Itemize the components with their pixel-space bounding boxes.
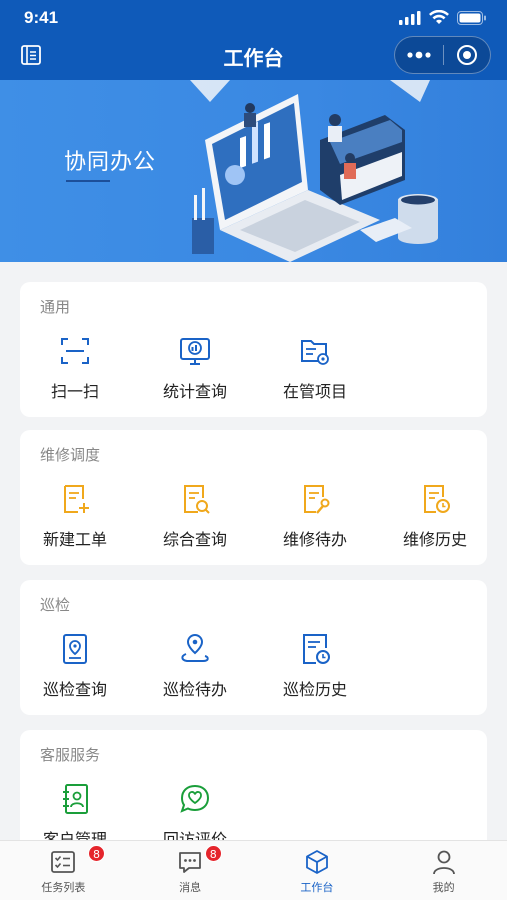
section-title: 巡检 [40,596,71,614]
notification-badge: 8 [204,845,222,862]
tab-workbench[interactable]: 工作台 [254,841,381,900]
status-time: 9:41 [24,8,59,27]
section-inspection: 巡检 巡检查询 巡检待办 巡检历史 [20,580,487,715]
bottom-tab-bar: 8 任务列表 8 消息 工作台 我的 [0,840,507,900]
document-search-icon [184,485,210,514]
repair-todo-icon [304,485,330,514]
menu-item-label: 扫一扫 [50,382,99,401]
banner[interactable]: 协同办公 [0,80,507,262]
signal-icon [399,10,421,25]
menu-item-label: 客户管理 [42,830,107,840]
menu-item-label: 回访评价 [162,830,227,840]
banner-underline [66,180,110,182]
tab-profile[interactable]: 我的 [380,841,507,900]
location-card-icon [63,634,87,664]
statistics-monitor-icon [180,338,210,365]
workbench-cube-icon [305,850,328,874]
menu-item-inspection-todo[interactable]: 巡检待办 [140,632,256,712]
banner-title: 协同办公 [64,150,157,175]
menu-item-repair-history[interactable]: 维修历史 [380,482,496,562]
inspection-history-icon [303,634,330,664]
message-icon [179,852,202,873]
close-miniprogram-button[interactable] [444,37,490,73]
menu-item-inspection-search[interactable]: 巡检查询 [20,632,136,712]
menu-item-label: 维修历史 [402,530,467,549]
menu-item-label: 综合查询 [162,530,227,549]
battery-icon [457,10,486,25]
tab-label: 工作台 [300,881,334,894]
menu-item-label: 新建工单 [42,530,107,549]
menu-item-inspection-history[interactable]: 巡检历史 [260,632,376,712]
section-repair-dispatch: 维修调度 新建工单 综合查询 维修待办 维修历史 [20,430,487,565]
miniprogram-capsule [394,36,491,74]
repair-history-icon [424,485,450,513]
section-title: 维修调度 [40,446,101,464]
task-list-icon [51,851,76,873]
contact-book-icon [63,784,88,814]
app-header: 9:41 工作台 [0,0,507,80]
menu-item-label: 维修待办 [282,530,347,549]
menu-item-label: 巡检查询 [42,680,107,699]
menu-item-label: 在管项目 [282,382,347,401]
menu-item-projects[interactable]: 在管项目 [260,334,376,414]
section-customer-service: 客服服务 客户管理 回访评价 [20,730,487,840]
user-icon [432,850,455,875]
tab-task-list[interactable]: 8 任务列表 [0,841,127,900]
menu-item-new-order[interactable]: 新建工单 [20,482,136,562]
new-order-icon [64,485,89,513]
tab-label: 我的 [432,881,455,894]
menu-item-statistics[interactable]: 统计查询 [140,334,256,414]
menu-item-customer-management[interactable]: 客户管理 [20,782,136,840]
section-title: 通用 [40,298,71,316]
menu-item-label: 巡检历史 [282,680,347,699]
menu-item-general-search[interactable]: 综合查询 [140,482,256,562]
status-icons [399,10,487,25]
heart-chat-icon [180,784,210,813]
notification-badge: 8 [88,845,105,862]
project-folder-icon [301,340,329,365]
menu-item-scan[interactable]: 扫一扫 [20,334,136,414]
section-title: 客服服务 [40,746,101,764]
more-button[interactable] [395,37,443,73]
menu-item-repair-todo[interactable]: 维修待办 [260,482,376,562]
menu-item-label: 巡检待办 [162,680,227,699]
location-route-icon [181,633,209,662]
menu-item-label: 统计查询 [162,382,227,401]
target-close-icon [457,45,477,65]
status-bar: 9:41 [0,0,507,34]
scan-icon [61,338,89,364]
workbench-content: 通用 扫一扫 统计查询 在管项目 维修调度 新建工单 综合查询 维修待办 维修历… [0,262,507,840]
tab-label: 任务列表 [41,881,86,894]
office-illustration [190,80,438,262]
wifi-icon [429,10,449,24]
more-dots-icon [407,51,431,59]
tab-label: 消息 [179,881,202,894]
nav-bar: 工作台 [0,34,507,80]
section-general: 通用 扫一扫 统计查询 在管项目 [20,282,487,417]
menu-item-follow-up-review[interactable]: 回访评价 [140,782,256,840]
tab-messages[interactable]: 8 消息 [127,841,254,900]
